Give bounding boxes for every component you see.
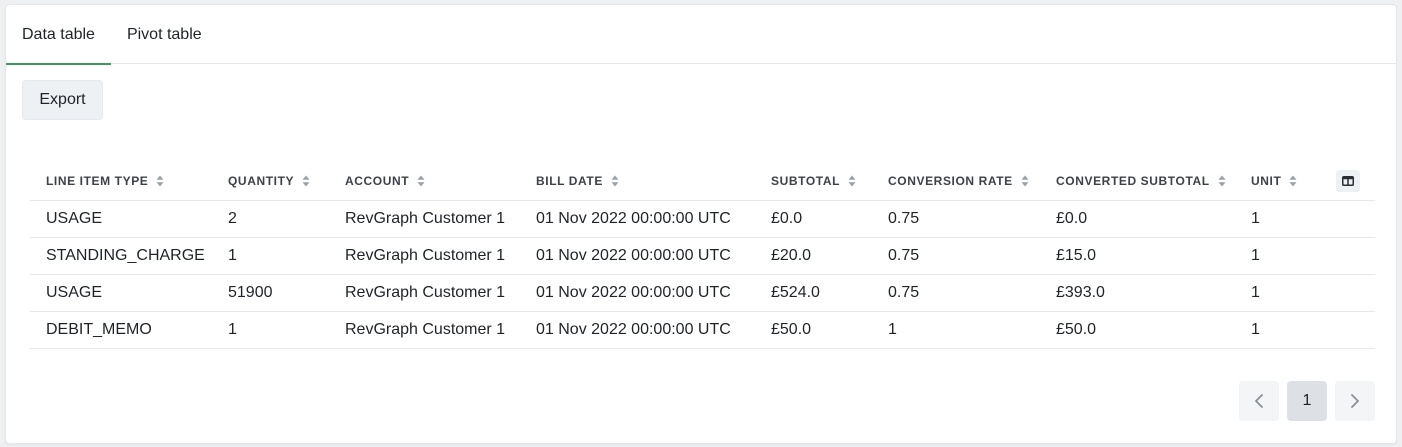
- columns-icon[interactable]: [1336, 170, 1360, 193]
- cell-empty: [1320, 311, 1375, 349]
- column-header-label: BILL DATE: [536, 174, 603, 189]
- cell-converted-subtotal: £50.0: [1040, 311, 1235, 349]
- column-header-label: CONVERTED SUBTOTAL: [1056, 174, 1210, 189]
- cell-account: RevGraph Customer 1: [329, 200, 520, 238]
- cell-subtotal: £20.0: [755, 237, 872, 275]
- export-button[interactable]: Export: [22, 80, 103, 120]
- cell-conversion-rate: 1: [872, 311, 1040, 349]
- cell-subtotal: £0.0: [755, 200, 872, 238]
- cell-unit: 1: [1235, 311, 1320, 349]
- cell-quantity: 1: [212, 237, 329, 275]
- column-header-label: ACCOUNT: [345, 174, 410, 189]
- cell-conversion-rate: 0.75: [872, 237, 1040, 275]
- cell-converted-subtotal: £393.0: [1040, 274, 1235, 312]
- cell-quantity: 51900: [212, 274, 329, 312]
- cell-account: RevGraph Customer 1: [329, 274, 520, 312]
- data-table: LINE ITEM TYPE QUANTITY ACCOUNT BILL DAT…: [30, 163, 1375, 349]
- column-header-bill-date[interactable]: BILL DATE: [520, 163, 755, 201]
- cell-unit: 1: [1235, 200, 1320, 238]
- cell-account: RevGraph Customer 1: [329, 237, 520, 275]
- table-row[interactable]: DEBIT_MEMO 1 RevGraph Customer 1 01 Nov …: [30, 311, 1375, 349]
- next-page-button[interactable]: [1335, 381, 1375, 421]
- sort-icon[interactable]: [1021, 175, 1029, 187]
- tab-pivot-table[interactable]: Pivot table: [111, 5, 218, 64]
- sort-icon[interactable]: [1218, 175, 1226, 187]
- column-settings-cell: [1320, 163, 1375, 201]
- column-header-conversion-rate[interactable]: CONVERSION RATE: [872, 163, 1040, 201]
- column-header-label: QUANTITY: [228, 174, 295, 189]
- chevron-right-icon: [1351, 394, 1359, 408]
- column-header-unit[interactable]: UNIT: [1235, 163, 1320, 201]
- cell-unit: 1: [1235, 237, 1320, 275]
- cell-line-item-type: USAGE: [30, 274, 212, 312]
- tab-data-table[interactable]: Data table: [6, 5, 111, 65]
- cell-quantity: 2: [212, 200, 329, 238]
- page-number-button[interactable]: 1: [1287, 381, 1327, 421]
- column-header-converted-subtotal[interactable]: CONVERTED SUBTOTAL: [1040, 163, 1235, 201]
- column-header-label: LINE ITEM TYPE: [46, 174, 149, 189]
- cell-bill-date: 01 Nov 2022 00:00:00 UTC: [520, 200, 755, 238]
- cell-empty: [1320, 274, 1375, 312]
- cell-empty: [1320, 200, 1375, 238]
- column-header-quantity[interactable]: QUANTITY: [212, 163, 329, 201]
- chevron-left-icon: [1255, 394, 1263, 408]
- table-row[interactable]: USAGE 51900 RevGraph Customer 1 01 Nov 2…: [30, 274, 1375, 312]
- cell-bill-date: 01 Nov 2022 00:00:00 UTC: [520, 274, 755, 312]
- cell-quantity: 1: [212, 311, 329, 349]
- cell-conversion-rate: 0.75: [872, 200, 1040, 238]
- cell-line-item-type: DEBIT_MEMO: [30, 311, 212, 349]
- sort-icon[interactable]: [848, 175, 856, 187]
- column-header-account[interactable]: ACCOUNT: [329, 163, 520, 201]
- cell-empty: [1320, 237, 1375, 275]
- column-header-line-item-type[interactable]: LINE ITEM TYPE: [30, 163, 212, 201]
- column-header-label: CONVERSION RATE: [888, 174, 1013, 189]
- data-card: Data table Pivot table Export LINE ITEM …: [5, 4, 1397, 444]
- column-header-subtotal[interactable]: SUBTOTAL: [755, 163, 872, 201]
- cell-bill-date: 01 Nov 2022 00:00:00 UTC: [520, 237, 755, 275]
- cell-converted-subtotal: £0.0: [1040, 200, 1235, 238]
- cell-unit: 1: [1235, 274, 1320, 312]
- cell-account: RevGraph Customer 1: [329, 311, 520, 349]
- cell-subtotal: £50.0: [755, 311, 872, 349]
- table-row[interactable]: STANDING_CHARGE 1 RevGraph Customer 1 01…: [30, 237, 1375, 275]
- cell-line-item-type: USAGE: [30, 200, 212, 238]
- tab-bar: Data table Pivot table: [6, 5, 1396, 65]
- column-header-label: UNIT: [1251, 174, 1282, 189]
- sort-icon[interactable]: [1289, 175, 1297, 187]
- table-row[interactable]: USAGE 2 RevGraph Customer 1 01 Nov 2022 …: [30, 200, 1375, 238]
- table-header-row: LINE ITEM TYPE QUANTITY ACCOUNT BILL DAT…: [30, 163, 1375, 201]
- column-header-label: SUBTOTAL: [771, 174, 841, 189]
- sort-icon[interactable]: [611, 175, 619, 187]
- sort-icon[interactable]: [417, 175, 425, 187]
- previous-page-button[interactable]: [1239, 381, 1279, 421]
- cell-subtotal: £524.0: [755, 274, 872, 312]
- sort-icon[interactable]: [302, 175, 310, 187]
- sort-icon[interactable]: [156, 175, 164, 187]
- cell-line-item-type: STANDING_CHARGE: [30, 237, 212, 275]
- cell-converted-subtotal: £15.0: [1040, 237, 1235, 275]
- cell-conversion-rate: 0.75: [872, 274, 1040, 312]
- cell-bill-date: 01 Nov 2022 00:00:00 UTC: [520, 311, 755, 349]
